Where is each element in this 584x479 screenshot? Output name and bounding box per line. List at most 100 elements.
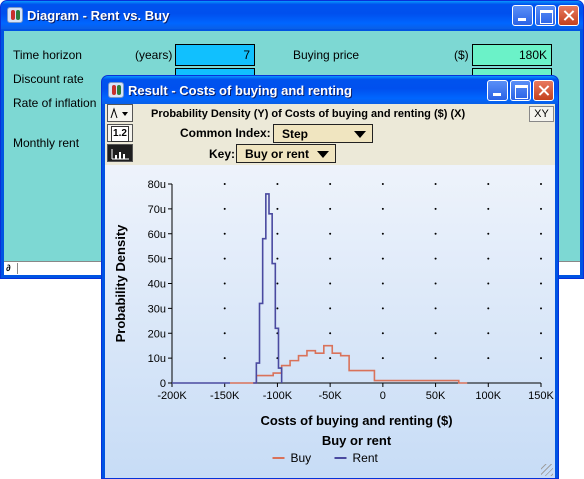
x-tick-label: -200K	[157, 390, 187, 402]
common-index-dropdown[interactable]: Step	[273, 124, 373, 143]
grid-dot	[381, 232, 384, 235]
grid-dot	[434, 332, 437, 335]
y-tick-label: 30u	[148, 303, 166, 315]
grid-dot	[223, 232, 226, 235]
grid-dot	[223, 257, 226, 260]
legend-label-buy: Buy	[291, 451, 312, 465]
time-horizon-input[interactable]: 7	[175, 44, 255, 66]
table-view-button[interactable]: 1.2	[107, 124, 133, 142]
grid-dot	[434, 232, 437, 235]
rate-of-inflation-label: Rate of inflation	[13, 96, 97, 110]
grid-dot	[434, 257, 437, 260]
grid-dot	[381, 282, 384, 285]
x-tick-label: 150K	[528, 390, 554, 402]
grid-dot	[487, 183, 490, 185]
resize-grip[interactable]	[541, 464, 553, 476]
diagram-minimize-button[interactable]	[512, 5, 533, 26]
buying-price-input[interactable]: 180K	[472, 44, 552, 66]
graph-view-button[interactable]	[107, 144, 133, 162]
grid-dot	[223, 307, 226, 310]
grid-dot	[487, 282, 490, 285]
grid-dot	[487, 207, 490, 210]
grid-dot	[329, 257, 332, 260]
y-tick-label: 10u	[148, 353, 166, 365]
grid-dot	[487, 332, 490, 335]
grid-dot	[276, 257, 279, 260]
y-tick-label: 80u	[148, 179, 166, 191]
diagram-titlebar[interactable]: Diagram - Rent vs. Buy	[1, 1, 583, 29]
discount-rate-label: Discount rate	[13, 72, 84, 86]
y-tick-label: 60u	[148, 229, 166, 241]
grid-dot	[381, 357, 384, 360]
xy-button[interactable]: XY	[529, 106, 554, 122]
grid-dot	[540, 183, 542, 185]
status-symbol: ∂	[6, 263, 18, 274]
bar-graph-icon	[111, 149, 129, 160]
grid-dot	[223, 282, 226, 285]
x-tick-label: 50K	[426, 390, 446, 402]
grid-dot	[434, 282, 437, 285]
grid-dot	[329, 357, 332, 360]
diagram-window-title: Diagram - Rent vs. Buy	[27, 7, 170, 23]
series-line-rent	[253, 193, 283, 384]
legend-label-rent: Rent	[353, 451, 379, 465]
result-maximize-button[interactable]	[510, 80, 531, 101]
legend-title: Buy or rent	[322, 433, 392, 448]
grid-dot	[276, 207, 279, 210]
grid-dot	[434, 307, 437, 310]
result-window: Result - Costs of buying and renting 1.2…	[101, 75, 559, 479]
chart-area: 0 10u 20u 30u 40u 50u 60u 70u 80u -200K -150K -100K…	[105, 165, 555, 478]
grid-dot	[487, 232, 490, 235]
y-axis-label: Probability Density	[113, 224, 128, 343]
grid-dot	[276, 183, 279, 185]
x-tick-label: 100K	[475, 390, 501, 402]
grid-dot	[276, 232, 279, 235]
y-tick-label: 40u	[148, 279, 166, 291]
x-tick-label: -150K	[210, 390, 240, 402]
result-minimize-button[interactable]	[487, 80, 508, 101]
grid-dot	[381, 307, 384, 310]
grid-dot	[487, 357, 490, 360]
y-tick-label: 20u	[148, 328, 166, 340]
result-close-button[interactable]	[533, 80, 554, 101]
result-titlebar[interactable]: Result - Costs of buying and renting	[102, 76, 558, 104]
grid-dot	[381, 332, 384, 335]
grid-dot	[329, 232, 332, 235]
grid-dot	[540, 332, 542, 335]
grid-dot	[223, 332, 226, 335]
analytica-app-icon[interactable]	[108, 82, 124, 98]
time-horizon-label: Time horizon	[13, 48, 82, 62]
analytica-app-icon[interactable]	[7, 7, 23, 23]
grid-dot	[276, 307, 279, 310]
result-window-title: Result - Costs of buying and renting	[128, 82, 352, 98]
series-line-buy	[229, 344, 468, 384]
grid-dot	[329, 282, 332, 285]
grid-dot	[540, 307, 542, 310]
time-horizon-unit: (years)	[135, 48, 173, 62]
grid-dot	[434, 207, 437, 210]
grid-dot	[434, 183, 437, 185]
grid-dot	[381, 257, 384, 260]
grid-dot	[329, 332, 332, 335]
x-axis-label: Costs of buying and renting ($)	[260, 413, 452, 428]
result-client: 1.2 Probability Density (Y) of Costs of …	[105, 104, 555, 478]
grid-dot	[540, 257, 542, 260]
grid-dot	[329, 307, 332, 310]
y-tick-label: 50u	[148, 254, 166, 266]
buying-price-label: Buying price	[293, 48, 360, 62]
distribution-icon	[110, 107, 128, 119]
key-dropdown[interactable]: Buy or rent	[236, 144, 336, 163]
table-view-label: 1.2	[111, 126, 129, 142]
grid-dot	[329, 207, 332, 210]
grid-dot	[540, 282, 542, 285]
monthly-rent-label: Monthly rent	[13, 136, 80, 150]
x-tick-label: -100K	[263, 390, 293, 402]
key-label: Key:	[209, 147, 236, 161]
grid-dot	[540, 207, 542, 210]
common-index-value: Step	[282, 127, 309, 141]
grid-dot	[329, 183, 332, 185]
diagram-maximize-button[interactable]	[535, 5, 556, 26]
diagram-close-button[interactable]	[558, 5, 579, 26]
uncertainty-view-dropdown[interactable]	[107, 104, 133, 122]
result-header-line: Probability Density (Y) of Costs of buyi…	[151, 108, 466, 120]
